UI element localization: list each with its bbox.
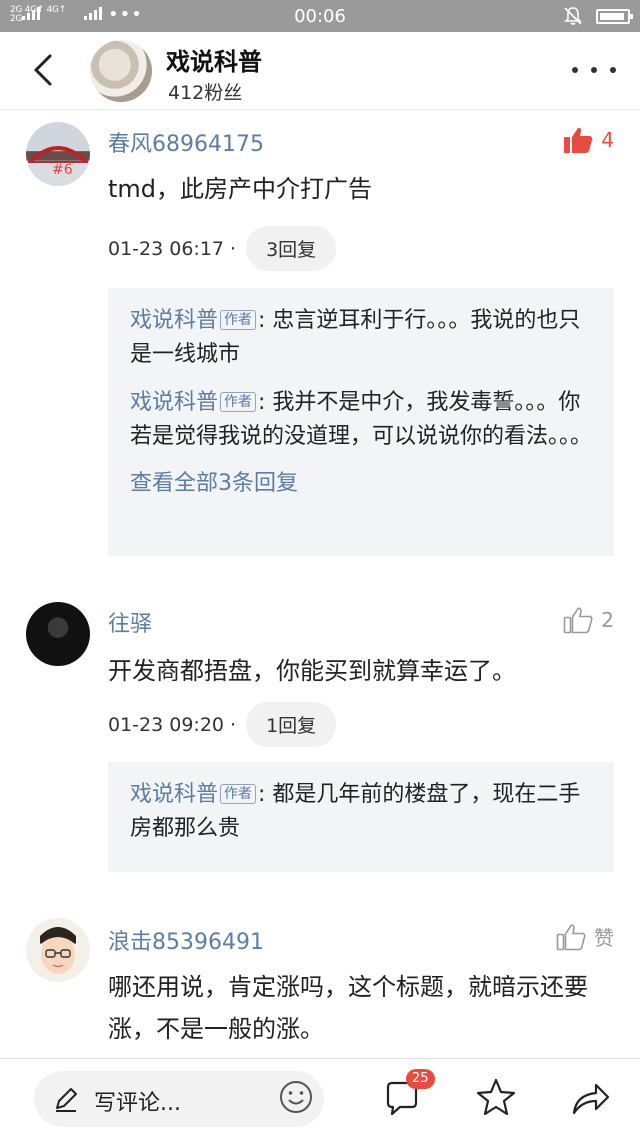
write-comment-placeholder: 写评论... bbox=[94, 1091, 181, 1116]
like-count: 2 bbox=[601, 608, 614, 632]
header: 戏说科普 412粉丝 bbox=[0, 32, 640, 110]
reply-box: 戏说科普 作者: 都是几年前的楼盘了，现在二手房都那么贵 bbox=[108, 762, 614, 872]
like-label: 赞 bbox=[594, 926, 614, 950]
comment-meta: 01-23 09:20 · 1回复 bbox=[108, 702, 337, 747]
more-dots-icon[interactable] bbox=[572, 58, 616, 82]
author-avatar[interactable] bbox=[90, 40, 152, 102]
status-bar: 2G 4G↑ 4G↑ 2G ••• 00:06 bbox=[0, 0, 640, 32]
comment-text: 哪还用说，肯定涨吗，这个标题，就暗示还要涨，不是一般的涨。 bbox=[108, 973, 588, 1043]
pen-icon bbox=[56, 1088, 77, 1112]
like-button[interactable]: 赞 bbox=[556, 922, 614, 951]
like-count: 4 bbox=[601, 128, 614, 152]
comment-username[interactable]: 浪击85396491 bbox=[108, 924, 264, 956]
comment-text: tmd，此房产中介打广告 bbox=[108, 175, 373, 203]
user-avatar[interactable] bbox=[26, 918, 90, 982]
reply-author[interactable]: 戏说科普 bbox=[130, 390, 218, 415]
reply-count-button[interactable]: 1回复 bbox=[246, 702, 337, 747]
mute-bell-icon bbox=[564, 7, 582, 25]
back-arrow-icon[interactable] bbox=[24, 48, 64, 92]
status-time: 00:06 bbox=[294, 6, 346, 27]
thumbs-up-icon bbox=[563, 607, 593, 634]
comment-time: 01-23 06:17 · bbox=[108, 237, 237, 260]
author-tag: 作者 bbox=[220, 392, 257, 412]
comment-username[interactable]: 春风68964175 bbox=[108, 126, 264, 158]
like-button[interactable]: 4 bbox=[563, 126, 614, 154]
reply-box: 戏说科普 作者: 忠言逆耳利于行。。。我说的也只是一线城市 戏说科普 作者: 我并不… bbox=[108, 288, 614, 556]
share-icon[interactable] bbox=[570, 1079, 610, 1119]
reply-item[interactable]: 戏说科普 作者: 忠言逆耳利于行。。。我说的也只是一线城市 bbox=[130, 304, 592, 372]
comment-text: 开发商都捂盘，你能买到就算幸运了。 bbox=[108, 657, 516, 685]
cartoon-face-icon bbox=[40, 927, 76, 974]
like-button[interactable]: 2 bbox=[563, 606, 614, 634]
user-avatar[interactable] bbox=[26, 602, 90, 666]
reply-author[interactable]: 戏说科普 bbox=[130, 782, 218, 807]
bottom-bar: 写评论... 25 bbox=[0, 1058, 640, 1138]
thumbs-up-filled-icon bbox=[564, 127, 593, 153]
comment-time: 01-23 09:20 · bbox=[108, 713, 237, 736]
comment-username[interactable]: 往驿 bbox=[108, 606, 152, 638]
reply-author[interactable]: 戏说科普 bbox=[130, 308, 218, 333]
comment-count-badge: 25 bbox=[406, 1069, 435, 1089]
comment-meta: 01-23 06:17 · 3回复 bbox=[108, 226, 337, 271]
view-all-replies-link[interactable]: 查看全部3条回复 bbox=[130, 468, 592, 500]
reply-item[interactable]: 戏说科普 作者: 都是几年前的楼盘了，现在二手房都那么贵 bbox=[130, 778, 592, 846]
fans-count: 412粉丝 bbox=[168, 82, 243, 104]
reply-item[interactable]: 戏说科普 作者: 我并不是中介，我发毒誓。。。你若是觉得我说的没道理，可以说说你的… bbox=[130, 386, 592, 454]
user-avatar[interactable]: #6 bbox=[26, 122, 90, 186]
avatar-label: #6 bbox=[52, 162, 73, 178]
reply-count-button[interactable]: 3回复 bbox=[246, 226, 337, 271]
page-title[interactable]: 戏说科普 bbox=[166, 42, 262, 77]
author-tag: 作者 bbox=[220, 310, 257, 330]
author-tag: 作者 bbox=[220, 784, 257, 804]
emoji-icon[interactable] bbox=[278, 1079, 314, 1115]
battery-icon bbox=[596, 9, 633, 24]
thumbs-up-icon bbox=[556, 923, 586, 950]
bridge-image-icon: #6 bbox=[28, 146, 88, 178]
star-icon[interactable] bbox=[476, 1077, 516, 1117]
